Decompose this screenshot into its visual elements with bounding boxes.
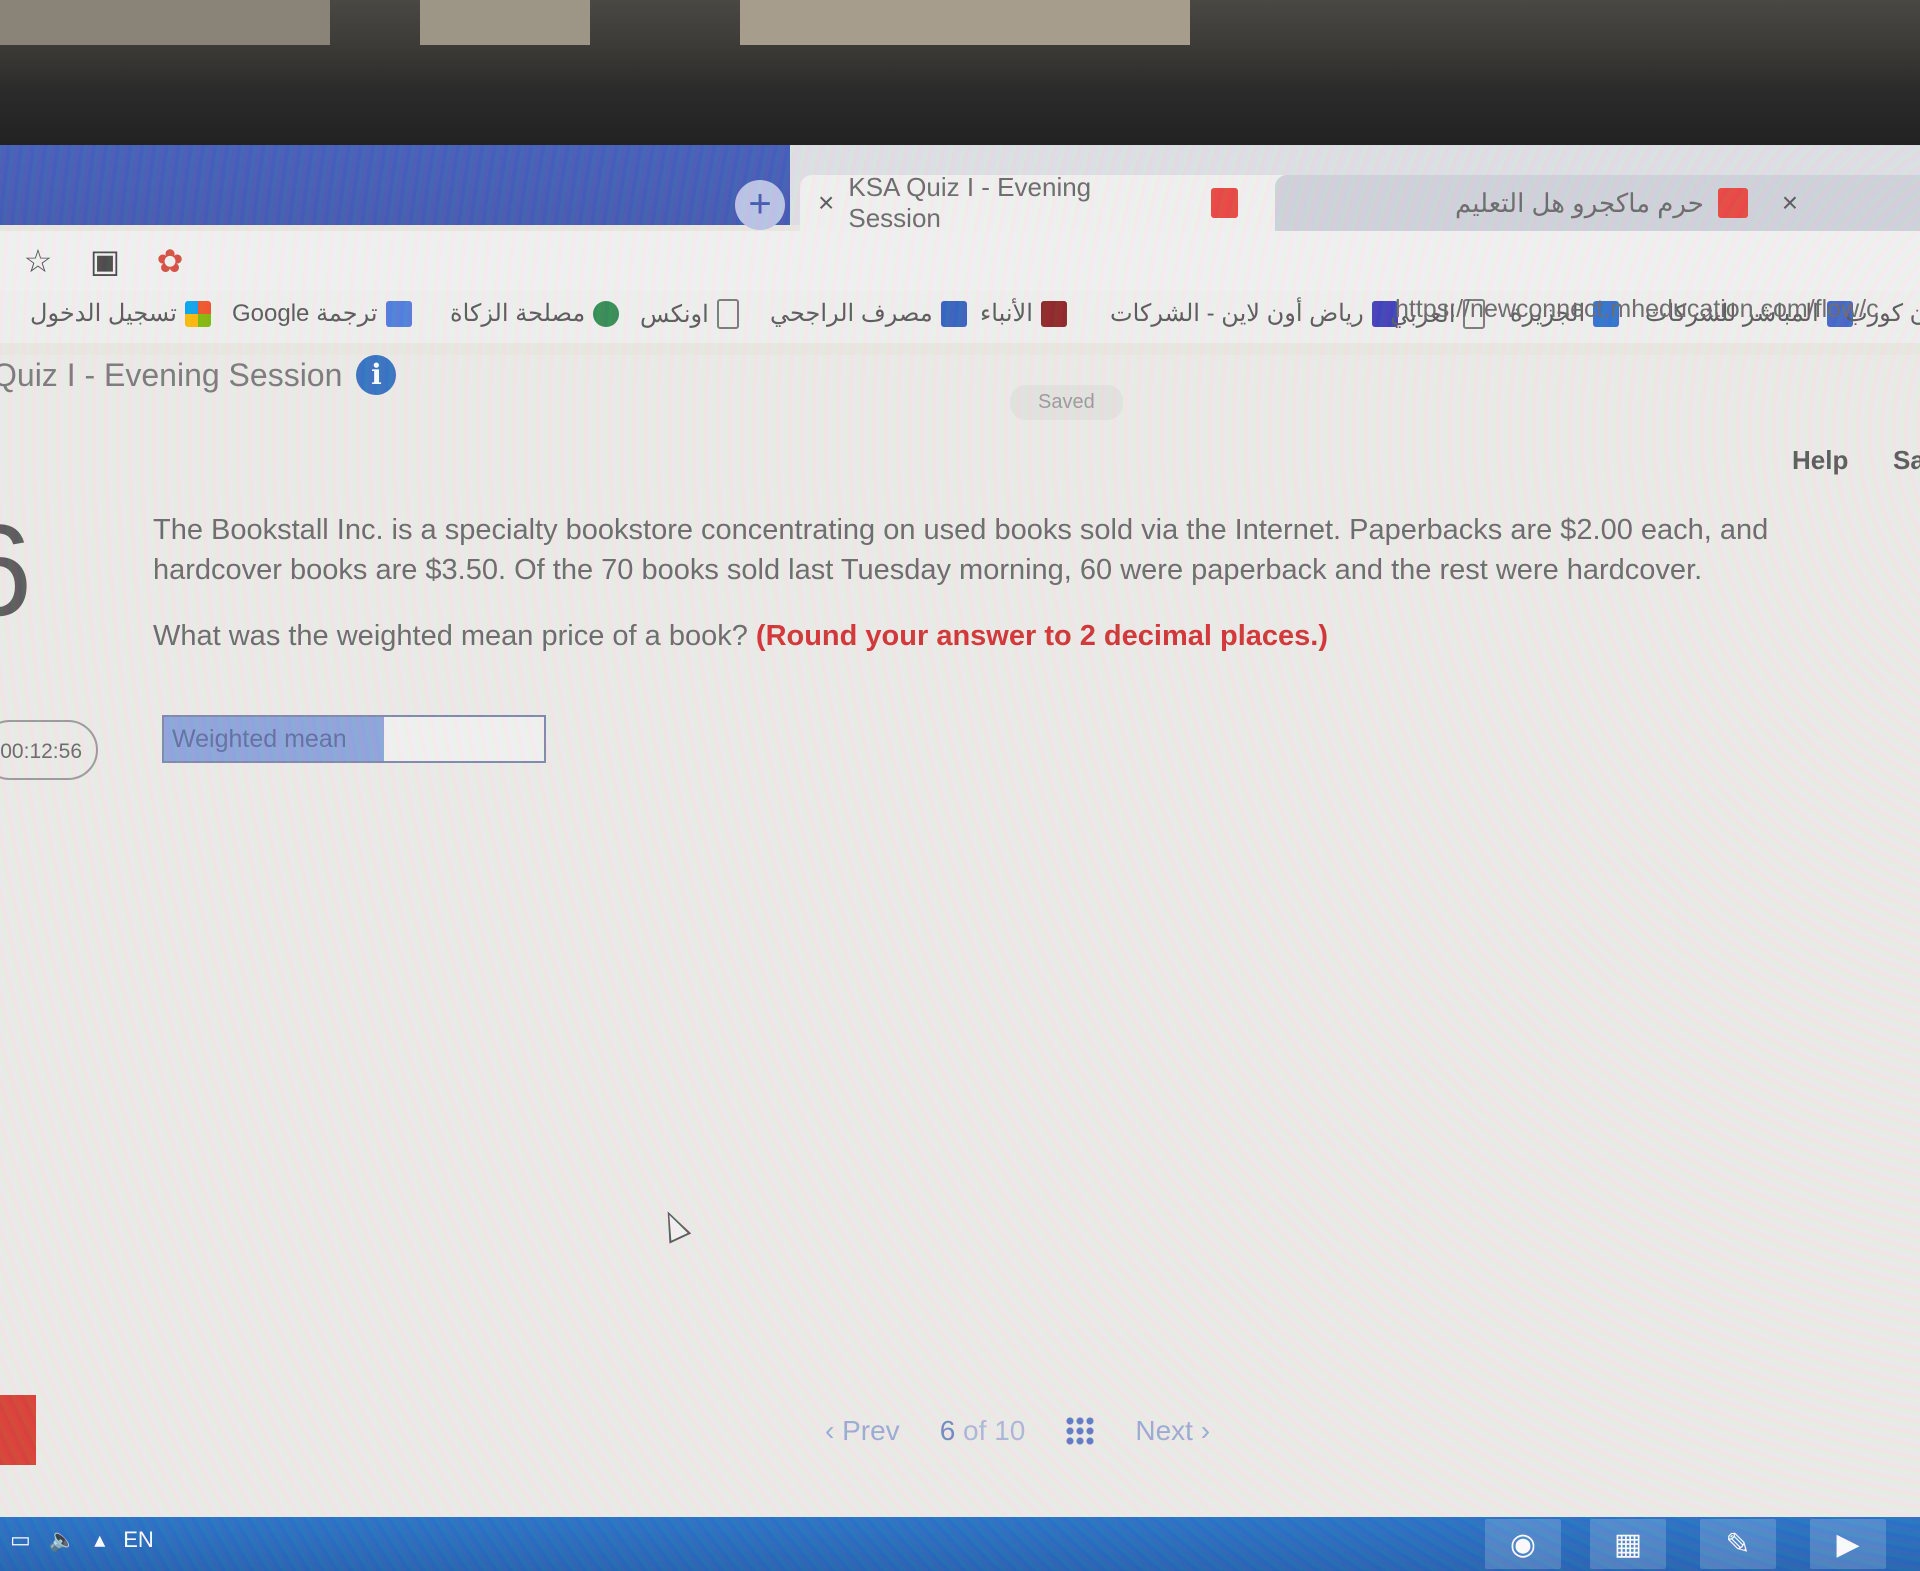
news-icon — [1040, 300, 1067, 327]
bookmark-item[interactable]: اونكس — [640, 299, 739, 329]
prompt-text: What was the weighted mean price of a bo… — [153, 620, 748, 652]
question-text: The Bookstall Inc. is a specialty bookst… — [153, 514, 1769, 586]
quiz-header: Quiz I - Evening Session i — [0, 355, 397, 395]
background-wall — [740, 0, 1190, 45]
page-current: 6 — [939, 1415, 956, 1446]
side-tab[interactable] — [0, 1395, 36, 1465]
timer[interactable]: 00:12:56 — [0, 720, 98, 780]
page-total: 10 — [994, 1415, 1026, 1446]
new-tab-button[interactable]: + — [735, 180, 785, 230]
question-pager: ‹ Prev 6 of 10 Next › — [825, 1415, 1210, 1447]
bookmark-label: مصلحة الزكاة — [450, 300, 586, 327]
mcgraw-favicon-icon — [1717, 188, 1748, 218]
star-icon[interactable]: ☆ — [18, 241, 58, 281]
tab-quiz[interactable]: × KSA Quiz I - Evening Session × — [800, 172, 1316, 233]
bank-icon — [940, 300, 967, 327]
bookmark-item[interactable]: رياض أون لاين - الشركات — [1110, 299, 1398, 328]
background-wall — [420, 0, 590, 45]
question-prompt: What was the weighted mean price of a bo… — [153, 620, 1328, 653]
page-of: of — [963, 1415, 987, 1446]
mcgraw-favicon-icon — [1210, 188, 1238, 218]
tab-title: KSA Quiz I - Evening Session — [848, 172, 1092, 233]
background-wall — [0, 0, 330, 45]
prev-button[interactable]: ‹ Prev — [825, 1415, 900, 1447]
palm-icon — [593, 300, 620, 327]
address-bar[interactable]: https://newconnect.mheducation.com/flow/… — [1395, 295, 1879, 324]
next-button[interactable]: Next › — [1135, 1415, 1210, 1447]
taskbar: ▭ 🔈 ▴ EN ◉ ▦ ✎ ▶ — [0, 1517, 1920, 1571]
mouse-pointer-icon — [656, 1206, 692, 1244]
bookmark-item[interactable]: مصلحة الزكاة — [450, 299, 620, 328]
reading-list-icon[interactable]: ▣ — [85, 241, 125, 281]
language-indicator[interactable]: EN — [123, 1527, 154, 1553]
extension-icon[interactable]: ✿ — [150, 241, 190, 281]
close-tab-icon[interactable]: × — [1782, 187, 1798, 219]
bookmark-label: تسجيل الدخول — [30, 300, 177, 327]
page-icon — [716, 299, 739, 329]
monitor-bezel — [0, 0, 1920, 145]
prev-label: Prev — [842, 1415, 900, 1446]
info-icon[interactable]: i — [356, 355, 397, 395]
bookmark-label: رياض أون لاين - الشركات — [1110, 300, 1364, 327]
help-link[interactable]: Help — [1792, 445, 1848, 476]
page-title: Quiz I - Evening Session — [0, 356, 343, 393]
pen-app-icon[interactable]: ✎ — [1700, 1519, 1776, 1569]
translate-icon — [385, 300, 412, 327]
answer-label: Weighted mean — [164, 717, 384, 761]
bookmark-label: Google ترجمة — [232, 300, 378, 327]
browser-window: + × KSA Quiz I - Evening Session × حرم م… — [0, 145, 1920, 1571]
question-grid-icon[interactable] — [1065, 1416, 1096, 1446]
next-label: Next — [1135, 1415, 1193, 1446]
bookmark-label: الأنباء — [980, 300, 1033, 327]
page-indicator: 6 of 10 — [940, 1415, 1026, 1447]
bookmark-item[interactable]: تسجيل الدخول — [30, 299, 211, 328]
bookmark-label: مصرف الراجحي — [770, 300, 933, 327]
monitor-photo: + × KSA Quiz I - Evening Session × حرم م… — [0, 0, 1920, 1571]
rounding-instruction: (Round your answer to 2 decimal places.) — [755, 620, 1328, 652]
network-icon[interactable]: ▭ — [10, 1527, 31, 1553]
bookmark-item[interactable]: الأنباء — [980, 299, 1067, 328]
save-link[interactable]: Sa — [1893, 445, 1920, 476]
tab-mcgraw[interactable]: حرم ماكجرو هل التعليم × — [1275, 175, 1920, 231]
tab-title: حرم ماكجرو هل التعليم — [1455, 187, 1704, 218]
tray-expand-icon[interactable]: ▴ — [94, 1527, 105, 1553]
tray-icons: ▭ 🔈 ▴ EN — [10, 1527, 154, 1553]
media-app-icon[interactable]: ▶ — [1810, 1519, 1886, 1569]
answer-field: Weighted mean — [162, 715, 546, 763]
bookmark-label: اونكس — [640, 300, 709, 328]
quiz-page: Quiz I - Evening Session i Saved Help Sa… — [0, 355, 1920, 1571]
bookmark-item[interactable]: مصرف الراجحي — [770, 299, 967, 328]
tab-strip-background — [0, 145, 790, 225]
explorer-app-icon[interactable]: ▦ — [1590, 1519, 1666, 1569]
question-number: 6 — [0, 495, 32, 645]
volume-icon[interactable]: 🔈 — [49, 1527, 76, 1553]
browser-toolbar: ☆ ▣ ✿ — [0, 231, 1920, 291]
windows-logo-icon — [184, 300, 211, 327]
tab-strip: + × KSA Quiz I - Evening Session × حرم م… — [0, 145, 1920, 233]
saved-status: Saved — [1010, 385, 1123, 420]
close-tab-icon[interactable]: × — [818, 187, 834, 219]
chrome-app-icon[interactable]: ◉ — [1485, 1519, 1561, 1569]
bookmark-item[interactable]: Google ترجمة — [232, 299, 412, 328]
weighted-mean-input[interactable] — [386, 719, 540, 759]
